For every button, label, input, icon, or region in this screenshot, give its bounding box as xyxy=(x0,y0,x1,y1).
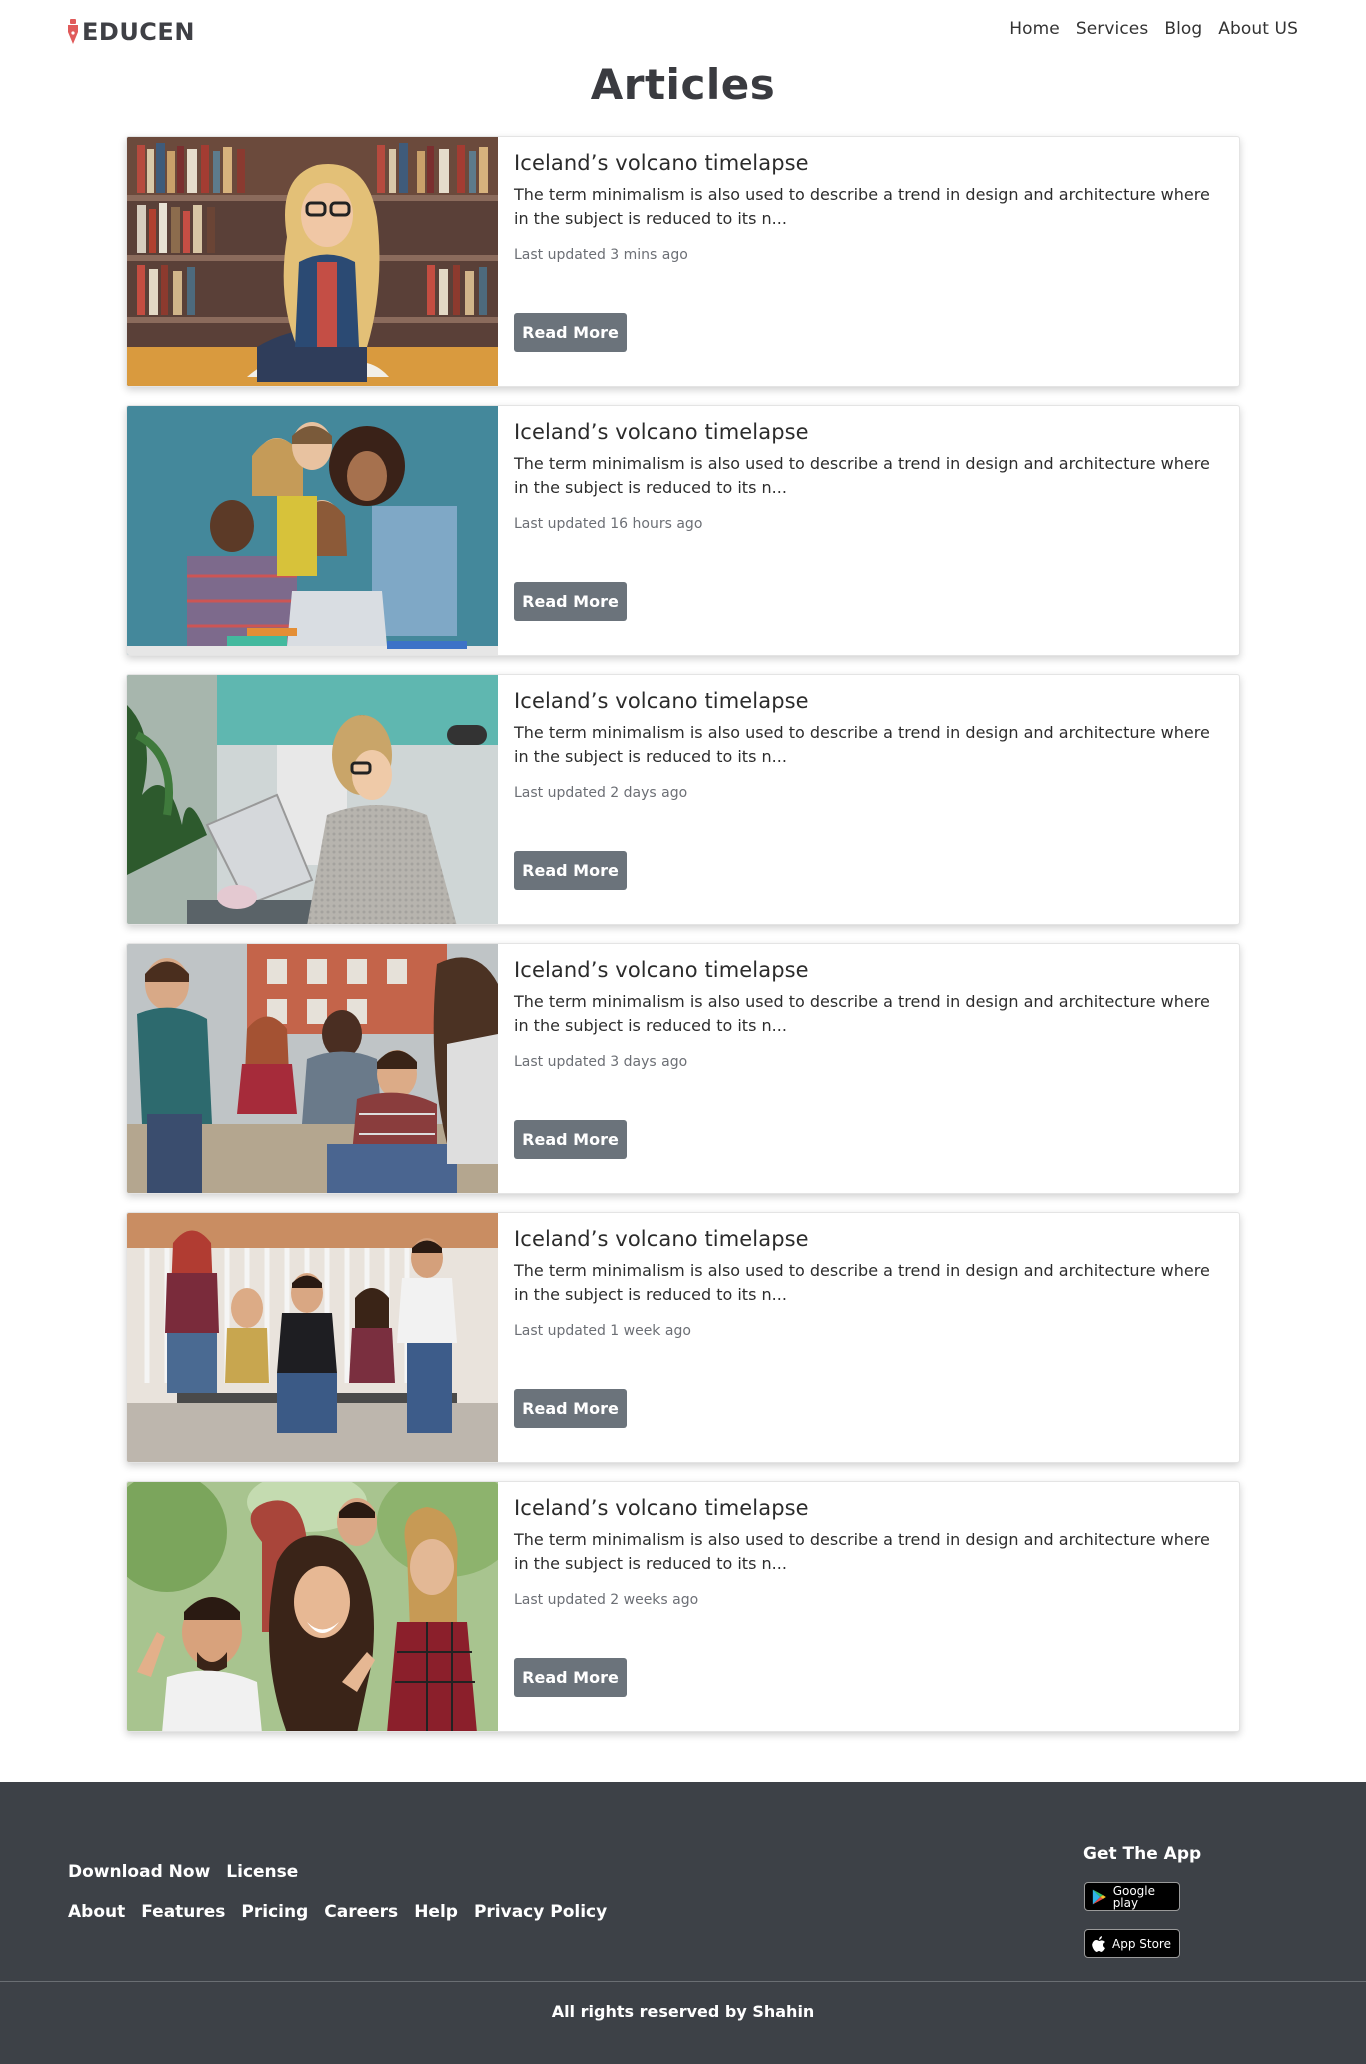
site-header: EDUCEN Home Services Blog About US xyxy=(0,0,1366,64)
article-title[interactable]: Iceland’s volcano timelapse xyxy=(514,151,1221,175)
article-image[interactable] xyxy=(127,406,498,655)
footer-divider xyxy=(0,1981,1366,1982)
read-more-button[interactable]: Read More xyxy=(514,1120,627,1159)
article-title[interactable]: Iceland’s volcano timelapse xyxy=(514,1227,1221,1251)
article-card: Iceland’s volcano timelapse The term min… xyxy=(126,1212,1240,1463)
footer-link-pricing[interactable]: Pricing xyxy=(241,1902,308,1922)
article-card: Iceland’s volcano timelapse The term min… xyxy=(126,136,1240,387)
apple-icon xyxy=(1092,1935,1105,1952)
article-card: Iceland’s volcano timelapse The term min… xyxy=(126,405,1240,656)
nav-blog[interactable]: Blog xyxy=(1164,19,1202,39)
google-play-label: Google play xyxy=(1112,1883,1156,1910)
footer-link-help[interactable]: Help xyxy=(414,1902,458,1922)
article-updated: Last updated 3 days ago xyxy=(514,1054,688,1070)
app-store-badge[interactable]: App Store xyxy=(1084,1929,1180,1958)
read-more-button[interactable]: Read More xyxy=(514,851,627,890)
article-excerpt: The term minimalism is also used to desc… xyxy=(514,1261,1210,1304)
read-more-button[interactable]: Read More xyxy=(514,1389,627,1428)
get-app-heading: Get The App xyxy=(1083,1844,1202,1864)
footer-link-careers[interactable]: Careers xyxy=(324,1902,398,1922)
article-image[interactable] xyxy=(127,1482,498,1731)
article-updated: Last updated 2 weeks ago xyxy=(514,1592,699,1608)
read-more-button[interactable]: Read More xyxy=(514,313,627,352)
article-excerpt: The term minimalism is also used to desc… xyxy=(514,185,1210,228)
read-more-button[interactable]: Read More xyxy=(514,582,627,621)
article-updated: Last updated 2 days ago xyxy=(514,785,688,801)
copyright-text: All rights reserved by Shahin xyxy=(551,2002,815,2021)
footer-link-privacy[interactable]: Privacy Policy xyxy=(474,1902,607,1922)
articles-list: Iceland’s volcano timelapse The term min… xyxy=(126,136,1240,1750)
article-title[interactable]: Iceland’s volcano timelapse xyxy=(514,420,1221,444)
footer-links-secondary: About Features Pricing Careers Help Priv… xyxy=(68,1902,607,1922)
main-nav: Home Services Blog About US xyxy=(1009,19,1298,39)
article-body: Iceland’s volcano timelapse The term min… xyxy=(514,1496,1221,1608)
footer-link-features[interactable]: Features xyxy=(141,1902,225,1922)
google-play-icon xyxy=(1092,1889,1106,1904)
article-card: Iceland’s volcano timelapse The term min… xyxy=(126,943,1240,1194)
article-title[interactable]: Iceland’s volcano timelapse xyxy=(514,958,1221,982)
brand-name: EDUCEN xyxy=(82,18,195,46)
article-image[interactable] xyxy=(127,1213,498,1462)
footer-link-license[interactable]: License xyxy=(226,1862,298,1882)
article-body: Iceland’s volcano timelapse The term min… xyxy=(514,1227,1221,1339)
app-store-label: App Store xyxy=(1112,1936,1171,1951)
article-updated: Last updated 1 week ago xyxy=(514,1323,691,1339)
pen-nib-icon xyxy=(68,19,78,44)
article-body: Iceland’s volcano timelapse The term min… xyxy=(514,958,1221,1070)
article-image[interactable] xyxy=(127,137,498,386)
nav-home[interactable]: Home xyxy=(1009,19,1060,39)
article-card: Iceland’s volcano timelapse The term min… xyxy=(126,674,1240,925)
article-body: Iceland’s volcano timelapse The term min… xyxy=(514,689,1221,801)
nav-about[interactable]: About US xyxy=(1218,19,1298,39)
footer-links-primary: Download Now License xyxy=(68,1862,298,1882)
article-excerpt: The term minimalism is also used to desc… xyxy=(514,992,1210,1035)
article-updated: Last updated 16 hours ago xyxy=(514,516,703,532)
article-excerpt: The term minimalism is also used to desc… xyxy=(514,723,1210,766)
article-title[interactable]: Iceland’s volcano timelapse xyxy=(514,1496,1221,1520)
site-footer: Download Now License About Features Pric… xyxy=(0,1782,1366,2064)
article-card: Iceland’s volcano timelapse The term min… xyxy=(126,1481,1240,1732)
article-excerpt: The term minimalism is also used to desc… xyxy=(514,1530,1210,1573)
article-image[interactable] xyxy=(127,944,498,1193)
article-image[interactable] xyxy=(127,675,498,924)
page-title: Articles xyxy=(590,60,776,109)
read-more-button[interactable]: Read More xyxy=(514,1658,627,1697)
brand-logo[interactable]: EDUCEN xyxy=(66,16,195,48)
article-updated: Last updated 3 mins ago xyxy=(514,247,688,263)
article-body: Iceland’s volcano timelapse The term min… xyxy=(514,420,1221,532)
nav-services[interactable]: Services xyxy=(1076,19,1149,39)
footer-link-download[interactable]: Download Now xyxy=(68,1862,210,1882)
footer-link-about[interactable]: About xyxy=(68,1902,125,1922)
article-title[interactable]: Iceland’s volcano timelapse xyxy=(514,689,1221,713)
google-play-badge[interactable]: Google play xyxy=(1084,1882,1180,1911)
article-body: Iceland’s volcano timelapse The term min… xyxy=(514,151,1221,263)
article-excerpt: The term minimalism is also used to desc… xyxy=(514,454,1210,497)
